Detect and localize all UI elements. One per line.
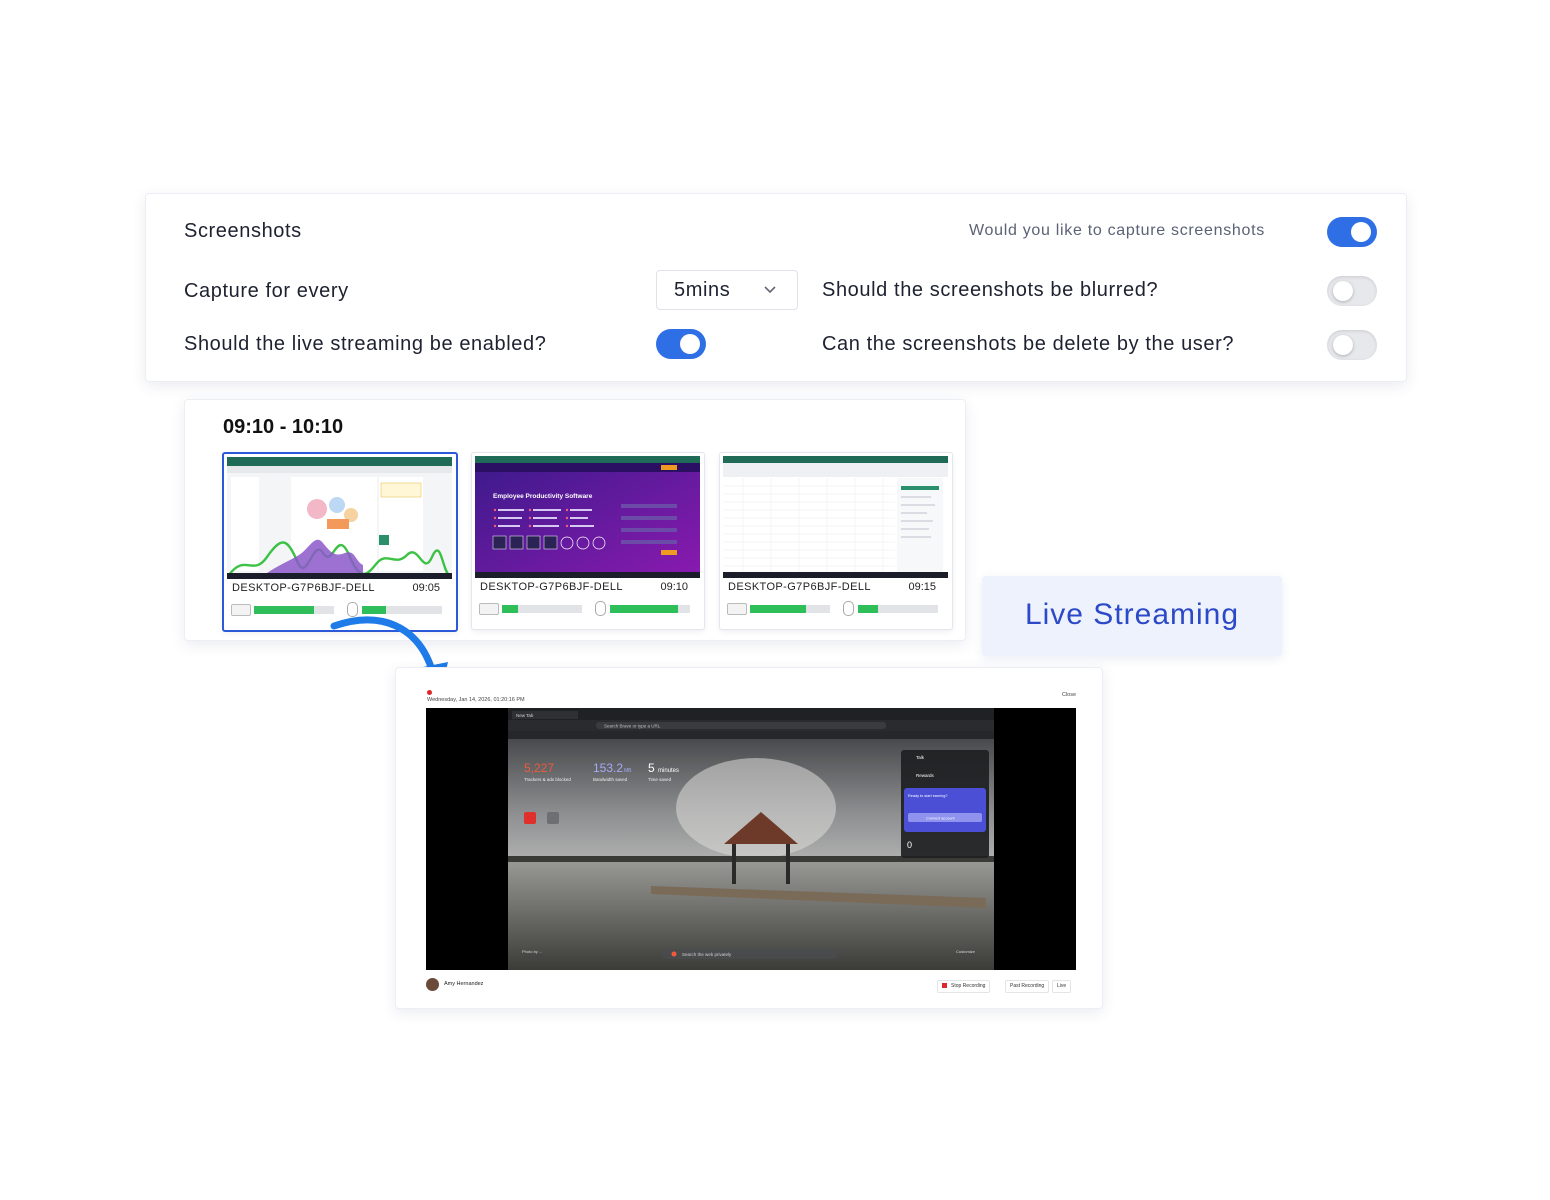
screenshot-thumbnail[interactable]: Employee Productivity Software [475,456,700,578]
mouse-activity-bar [610,605,690,613]
stat-bandwidth-label: Bandwidth saved [593,777,628,782]
interval-select[interactable]: 5mins [656,270,798,310]
screenshot-thumbnail[interactable] [723,456,948,578]
screenshot-card[interactable]: DESKTOP-G7P6BJF-DELL 09:05 [222,452,458,632]
thumb-heading: Employee Productivity Software [493,493,593,500]
stat-time-label: Time saved [648,777,672,782]
delete-toggle[interactable] [1327,330,1377,360]
blur-label: Should the screenshots be blurred? [822,279,1159,301]
interval-select-value: 5mins [674,279,731,301]
live-stream-player: Wednesday, Jan 14, 2026, 01:20:16 PM Clo… [395,667,1103,1009]
screenshot-thumbnail[interactable] [227,457,452,579]
toggle-knob [1351,222,1371,242]
activity-fill [750,605,806,613]
toggle-knob [1333,335,1353,355]
activity-fill [858,605,878,613]
capture-screenshots-toggle[interactable] [1327,217,1377,247]
keyboard-icon [727,603,747,615]
user-name: Amy Hernandez [444,981,484,987]
blur-toggle[interactable] [1327,276,1377,306]
search-bar: Search the web privately [682,952,732,957]
avatar [426,978,439,991]
mouse-icon [595,601,606,616]
stat-bandwidth-unit: MB [624,768,632,774]
screenshot-strip: 09:10 - 10:10 DESKTOP-G7P6BJF-DELL 09:05… [184,399,966,641]
toggle-knob [680,334,700,354]
live-streaming-label: Should the live streaming be enabled? [184,333,547,355]
live-streaming-toggle[interactable] [656,329,706,359]
time-range: 09:10 - 10:10 [223,416,344,438]
stop-recording-label: Stop Recording [951,983,986,989]
capture-question: Would you like to capture screenshots [969,222,1265,239]
screenshot-card[interactable]: DESKTOP-G7P6BJF-DELL 09:15 [719,452,953,630]
settings-title: Screenshots [184,220,302,242]
capture-time: 09:10 [660,581,688,593]
live-streaming-title: Live Streaming [1024,598,1240,631]
stream-date: Wednesday, Jan 14, 2026, 01:20:16 PM [427,697,525,703]
browser-tab: New Tab [516,713,534,718]
host-name: DESKTOP-G7P6BJF-DELL [728,581,871,593]
panel-message: Ready to start earning? [908,794,947,798]
stat-trackers-label: Trackers & ads blocked [524,777,571,782]
chevron-down-icon [764,286,776,294]
panel-title: Talk [916,755,925,760]
live-button[interactable]: Live [1052,980,1072,993]
interval-label: Capture for every [184,280,349,302]
activity-fill [254,606,314,614]
screenshot-settings-card: Screenshots Would you like to capture sc… [145,193,1407,382]
stat-trackers: 5,227 [524,761,554,775]
photo-credit: Photo by ... [522,949,542,954]
panel-button: Connect account [926,817,955,821]
mouse-icon [843,601,854,616]
keyboard-icon [479,603,499,615]
activity-fill [502,605,518,613]
toggle-knob [1333,281,1353,301]
stat-time: 5 [648,761,655,775]
capture-time: 09:05 [412,582,440,594]
capture-time: 09:15 [908,581,936,593]
panel-count: 0 [907,840,912,850]
customize-link: Customize [956,949,976,954]
recording-indicator [427,690,432,695]
past-recording-button[interactable]: Past Recording [1005,980,1050,993]
host-name: DESKTOP-G7P6BJF-DELL [480,581,623,593]
keyboard-activity-bar [750,605,830,613]
live-streaming-badge: Live Streaming [982,576,1282,656]
delete-label: Can the screenshots be delete by the use… [822,333,1235,355]
host-name: DESKTOP-G7P6BJF-DELL [232,582,375,594]
stat-bandwidth: 153.2 [593,761,623,775]
stop-icon [942,982,947,988]
mouse-activity-bar [858,605,938,613]
stream-screen[interactable]: New Tab Search Brave or type a URL 5,227… [426,708,1076,970]
keyboard-icon [231,604,251,616]
close-button[interactable]: Close [1062,692,1076,698]
activity-fill [610,605,678,613]
screenshot-card[interactable]: Employee Productivity Software DESKTOP-G… [471,452,705,630]
keyboard-activity-bar [502,605,582,613]
address-bar: Search Brave or type a URL [604,724,661,729]
stop-recording-button[interactable]: Stop Recording [937,980,991,993]
panel-rewards: Rewards [916,773,935,778]
stat-time-unit: minutes [658,768,679,774]
